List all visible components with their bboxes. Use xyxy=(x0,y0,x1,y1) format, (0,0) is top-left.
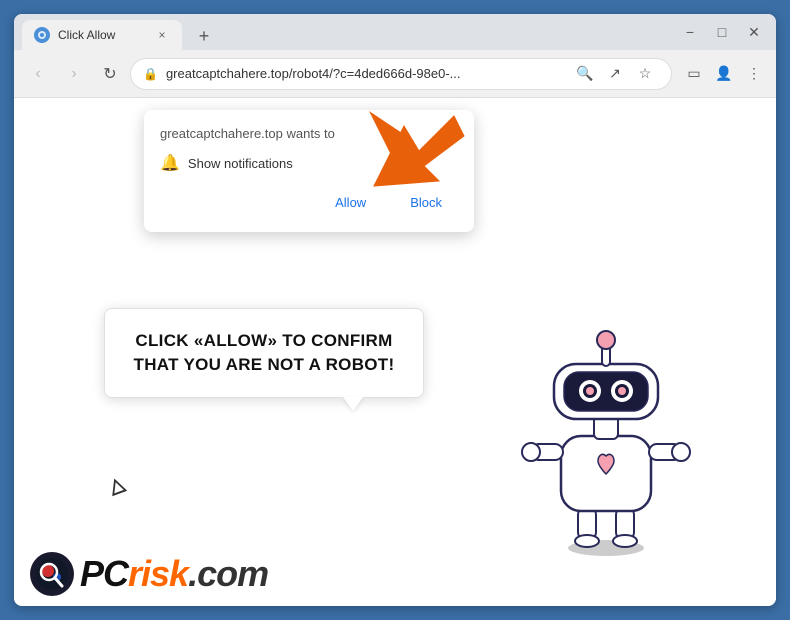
tab-favicon xyxy=(34,27,50,43)
browser-window: Click Allow × + − □ ✕ ‹ › ↻ 🔒 greatcaptc… xyxy=(14,14,776,606)
url-text: greatcaptchahere.top/robot4/?c=4ded666d-… xyxy=(166,66,563,81)
page-content: × greatcaptchahere.top wants to 🔔 Show n… xyxy=(14,98,776,606)
pcrisk-risk: risk xyxy=(128,553,188,594)
share-icon-btn[interactable]: ↗ xyxy=(601,60,629,88)
arrow-container xyxy=(364,106,484,211)
url-icons: 🔍 ↗ ☆ xyxy=(571,60,659,88)
sidebar-icon-btn[interactable]: ▭ xyxy=(680,60,708,88)
lock-icon: 🔒 xyxy=(143,67,158,81)
profile-icon-btn[interactable]: 👤 xyxy=(710,60,738,88)
pcrisk-pc: PC xyxy=(80,553,128,594)
tab-close-button[interactable]: × xyxy=(154,27,170,43)
tab-title: Click Allow xyxy=(58,28,146,42)
active-tab[interactable]: Click Allow × xyxy=(22,20,182,50)
new-tab-button[interactable]: + xyxy=(190,22,218,50)
toolbar-right: ▭ 👤 ⋮ xyxy=(680,60,768,88)
window-controls: − □ ✕ xyxy=(676,18,768,46)
bell-icon: 🔔 xyxy=(160,153,180,173)
close-button[interactable]: ✕ xyxy=(740,18,768,46)
tab-bar: Click Allow × + xyxy=(22,14,676,50)
search-icon-btn[interactable]: 🔍 xyxy=(571,60,599,88)
refresh-button[interactable]: ↻ xyxy=(94,58,126,90)
notification-text: Show notifications xyxy=(188,156,293,171)
forward-button[interactable]: › xyxy=(58,58,90,90)
pcrisk-text: PCrisk.com xyxy=(80,553,268,595)
bubble-text: CLICK «ALLOW» TO CONFIRM THAT YOU ARE NO… xyxy=(129,329,399,377)
address-bar: ‹ › ↻ 🔒 greatcaptchahere.top/robot4/?c=4… xyxy=(14,50,776,98)
speech-bubble: CLICK «ALLOW» TO CONFIRM THAT YOU ARE NO… xyxy=(104,308,424,398)
pcrisk-domain: .com xyxy=(188,553,268,594)
pcrisk-logo: PCrisk.com xyxy=(30,552,268,596)
url-bar[interactable]: 🔒 greatcaptchahere.top/robot4/?c=4ded666… xyxy=(130,58,672,90)
robot-illustration xyxy=(516,326,696,546)
back-button[interactable]: ‹ xyxy=(22,58,54,90)
menu-icon-btn[interactable]: ⋮ xyxy=(740,60,768,88)
minimize-button[interactable]: − xyxy=(676,18,704,46)
pcrisk-icon xyxy=(30,552,74,596)
maximize-button[interactable]: □ xyxy=(708,18,736,46)
arrow-svg xyxy=(364,106,484,206)
mouse-cursor xyxy=(107,476,128,497)
title-bar: Click Allow × + − □ ✕ xyxy=(14,14,776,50)
bookmark-icon-btn[interactable]: ☆ xyxy=(631,60,659,88)
